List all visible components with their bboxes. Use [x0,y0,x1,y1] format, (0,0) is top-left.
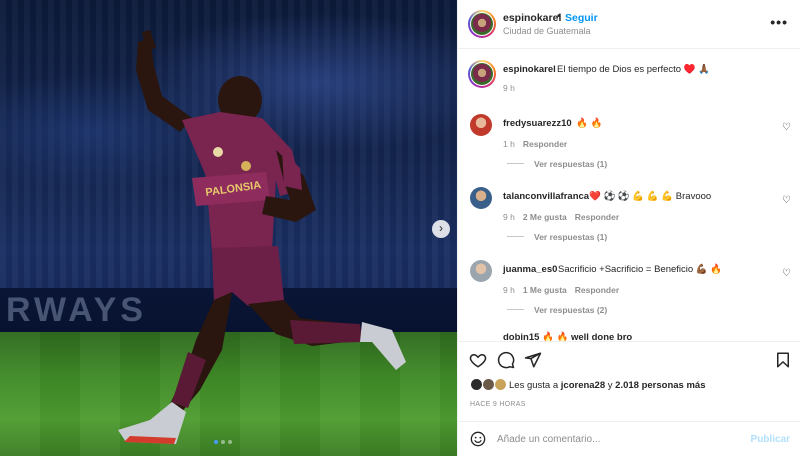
carousel-dot [214,440,218,444]
likes-text: Les gusta a jcorena28 y 2.018 personas m… [509,380,705,391]
comment-text: 🔥 🔥 [576,118,603,129]
post-photo[interactable]: RWAYS PALONSIA › [0,0,457,456]
divider [507,163,524,164]
caption-username[interactable]: espinokarel [503,64,556,75]
view-replies-button[interactable]: Ver respuestas (1) [534,159,607,169]
post-timestamp[interactable]: HACE 9 HORAS [470,401,526,408]
comment-username[interactable]: fredysuarezz10 [503,118,572,129]
likes-summary: Les gusta a jcorena28 y 2.018 personas m… [458,377,800,395]
comment-meta: 1 h Responder [503,139,567,149]
comment-icon[interactable] [497,351,515,369]
view-replies-button[interactable]: Ver respuestas (1) [534,232,607,242]
avatar[interactable] [470,260,492,282]
heart-icon[interactable] [469,351,487,369]
caption-text: El tiempo de Dios es perfecto ♥️ 🙏🏾 [557,64,711,75]
heart-icon[interactable]: ♡ [782,268,791,279]
divider [507,236,524,237]
comment-time[interactable]: 1 h [503,139,515,149]
view-replies-button[interactable]: Ver respuestas (2) [534,305,607,315]
avatar[interactable] [470,187,492,209]
comment-username[interactable]: talanconvillafranca [503,191,589,202]
reply-button[interactable]: Responder [523,139,567,149]
more-horizontal-icon[interactable]: ••• [770,14,788,30]
comment-meta: 9 h 2 Me gusta Responder [503,212,619,222]
comment-item: talanconvillafranca ❤️ ⚽ ⚽ 💪 💪 💪 Bravooo… [458,187,800,253]
emoji-icon[interactable] [470,431,486,447]
next-photo-button[interactable]: › [432,220,450,238]
bookmark-icon[interactable] [774,351,792,369]
avatar[interactable] [471,63,493,85]
heart-icon[interactable]: ♡ [782,122,791,133]
comment-time[interactable]: 9 h [503,285,515,295]
comment-likes[interactable]: 2 Me gusta [523,212,567,222]
likes-prefix: Les gusta a [509,380,559,391]
header-username[interactable]: espinokarel [503,12,561,24]
partial-comment[interactable]: dobin15 🔥 🔥 well done bro [503,332,632,341]
share-icon[interactable] [524,351,542,369]
comment-input[interactable] [497,430,737,448]
comment-meta: 9 h 1 Me gusta Responder [503,285,619,295]
location-link[interactable]: Ciudad de Guatemala [503,26,591,36]
post-header: espinokarel • Seguir Ciudad de Guatemala… [458,0,800,49]
avatar [494,378,507,391]
comment-time[interactable]: 9 h [503,212,515,222]
player-figure: PALONSIA [118,30,406,444]
comment-username[interactable]: juanma_es0 [503,264,557,275]
likes-middle: y [607,380,613,391]
publish-button[interactable]: Publicar [751,434,790,445]
action-bar [458,341,800,377]
likes-count[interactable]: 2.018 personas más [615,380,705,391]
post-side-panel: espinokarel • Seguir Ciudad de Guatemala… [457,0,800,456]
comment-item: juanma_es0 Sacrificio +Sacrificio = Bene… [458,260,800,326]
post-caption: espinokarel El tiempo de Dios es perfect… [458,60,800,110]
follow-button[interactable]: Seguir [565,12,598,24]
carousel-dots [214,440,232,444]
carousel-dot [228,440,232,444]
chevron-right-icon: › [439,221,443,235]
reply-button[interactable]: Responder [575,212,619,222]
comment-item: fredysuarezz10 🔥 🔥 1 h Responder Ver res… [458,114,800,180]
comment-likes[interactable]: 1 Me gusta [523,285,567,295]
comment-composer: Publicar [458,421,800,456]
separator-dot: • [557,11,561,22]
liker-username[interactable]: jcorena28 [561,380,605,391]
comment-text: Sacrificio +Sacrificio = Beneficio 💪🏾 🔥 [558,264,723,275]
avatar[interactable] [471,13,493,35]
caption-time[interactable]: 9 h [503,83,515,93]
heart-icon[interactable]: ♡ [782,195,791,206]
reply-button[interactable]: Responder [575,285,619,295]
divider [507,309,524,310]
avatar[interactable] [470,114,492,136]
comments-list[interactable]: espinokarel El tiempo de Dios es perfect… [458,49,800,341]
carousel-dot [221,440,225,444]
comment-text: ❤️ ⚽ ⚽ 💪 💪 💪 Bravooo [589,191,712,202]
